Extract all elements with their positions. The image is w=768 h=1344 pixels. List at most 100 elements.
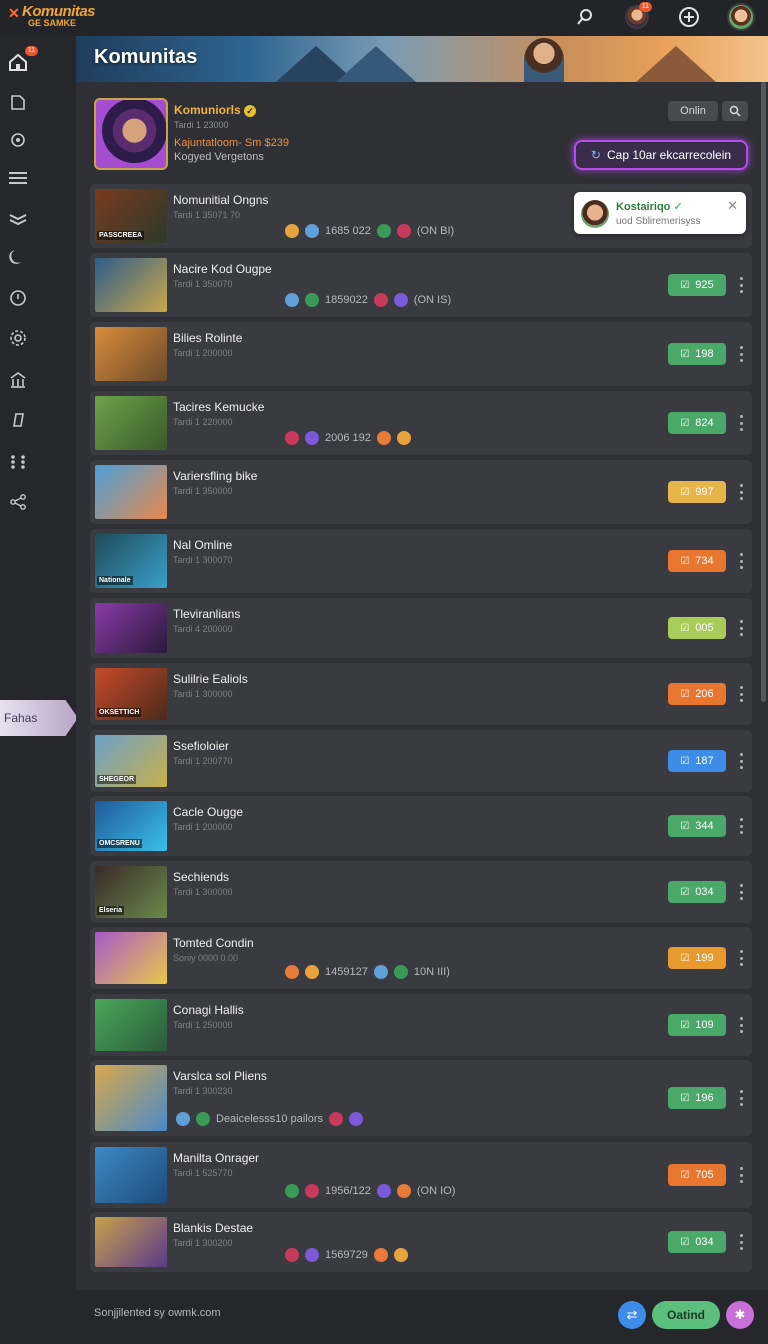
notification-badge: 11 [638, 2, 652, 12]
list-item[interactable]: Conagi Hallis Tardi 1 250000 ☑ 109 [90, 994, 752, 1056]
list-item[interactable]: Manilta Onrager Tardi 1 525770 1956/122 (ON… [90, 1142, 752, 1208]
row-title[interactable]: Blankis Destae [173, 1221, 253, 1235]
gear-icon[interactable] [8, 328, 28, 348]
row-title[interactable]: Ssefioloier [173, 739, 229, 753]
row-title[interactable]: Tacires Kemucke [173, 400, 264, 414]
row-title[interactable]: Tleviranlians [173, 607, 240, 621]
row-title[interactable]: Manilta Onrager [173, 1151, 259, 1165]
close-icon[interactable]: ✕ [727, 198, 738, 214]
list-item[interactable]: OMCSRENU Cacle Ougge Tardi 1 200000 ☑ 344 [90, 796, 752, 856]
row-subtitle: Tardi 1 350000 [173, 486, 233, 496]
settings-button[interactable]: ✱ [726, 1301, 754, 1329]
row-title[interactable]: Bilies Rolinte [173, 331, 242, 345]
row-title[interactable]: Tomted Condin [173, 936, 254, 950]
sync-button[interactable]: ⇄ [618, 1301, 646, 1329]
search-button[interactable] [722, 101, 748, 121]
member-count-pill[interactable]: ☑ 997 [668, 481, 726, 503]
row-title[interactable]: Sechiends [173, 870, 229, 884]
bookmark-icon[interactable] [8, 92, 28, 112]
compass-icon[interactable] [8, 288, 28, 308]
list-item[interactable]: Nacire Kod Ougpe Tardi 1 350070 1859022 (ON… [90, 253, 752, 317]
list-item[interactable]: Blankis Destae Tardi 1 300200 1569729 ☑ 034 [90, 1212, 752, 1272]
row-title[interactable]: Cacle Ougge [173, 805, 243, 819]
online-button[interactable]: Onlin [668, 101, 718, 121]
user-avatar-button[interactable]: 11 [622, 2, 652, 32]
kebab-icon[interactable] [739, 346, 743, 362]
kebab-icon[interactable] [739, 884, 743, 900]
badge-icon [373, 1248, 388, 1262]
pill-value: 997 [695, 486, 714, 498]
kebab-icon[interactable] [739, 1090, 743, 1106]
profile-avatar[interactable] [726, 2, 756, 32]
row-title[interactable]: Sulilrie Ealiols [173, 672, 248, 686]
search-icon[interactable] [570, 2, 600, 32]
banner-character [524, 38, 564, 82]
game-thumbnail [95, 327, 167, 381]
list-item[interactable]: Elseria Sechiends Tardi 1 300000 ☑ 034 [90, 861, 752, 923]
member-count-pill[interactable]: ☑ 109 [668, 1014, 726, 1036]
row-title[interactable]: Variersfling bike [173, 469, 257, 483]
kebab-icon[interactable] [739, 686, 743, 702]
list-item[interactable]: Varslca sol Pliens Tardi 1 300230 Deaicele… [90, 1060, 752, 1136]
row-subtitle: Tardi 1 350070 [173, 279, 233, 289]
member-count-pill[interactable]: ☑ 034 [668, 1231, 726, 1253]
badge-icon [305, 224, 319, 238]
member-count-pill[interactable]: ☑ 344 [668, 815, 726, 837]
kebab-icon[interactable] [739, 753, 743, 769]
kebab-icon[interactable] [739, 1234, 743, 1250]
kebab-icon[interactable] [739, 553, 743, 569]
member-count-pill[interactable]: ☑ 705 [668, 1164, 726, 1186]
kebab-icon[interactable] [739, 1167, 743, 1183]
layers-icon[interactable] [8, 208, 28, 228]
notification-toast[interactable]: Kostairiqo ✓ uod Sbliremerisyss ✕ [574, 192, 746, 234]
kebab-icon[interactable] [739, 415, 743, 431]
list-item[interactable]: Nationale Nal Omline Tardi 1 300070 ☑ 734 [90, 529, 752, 593]
kebab-icon[interactable] [739, 277, 743, 293]
badge-icon [285, 965, 299, 979]
stat-value: 2006 192 [325, 432, 371, 444]
grid-icon[interactable] [8, 452, 28, 472]
member-count-pill[interactable]: ☑ 925 [668, 274, 726, 296]
member-count-pill[interactable]: ☑ 206 [668, 683, 726, 705]
list-item[interactable]: Tomted Condin Soniy 0000 0.00 1459127 10N I… [90, 927, 752, 989]
list-item[interactable]: Tacires Kemucke Tardi 1 220000 2006 192 ☑ 82… [90, 391, 752, 455]
kebab-icon[interactable] [739, 1017, 743, 1033]
list-item[interactable]: Bilies Rolinte Tardi 1 200000 ☑ 198 [90, 322, 752, 386]
list-item[interactable]: Variersfling bike Tardi 1 350000 ☑ 997 [90, 460, 752, 524]
member-count-pill[interactable]: ☑ 199 [668, 947, 726, 969]
home-icon[interactable]: 11 [8, 46, 38, 72]
community-header: Komuniorls ✓ Tardi 1 23000 Kajuntatloom-… [90, 90, 752, 184]
music-icon[interactable] [8, 410, 28, 430]
plus-circle-icon[interactable] [674, 2, 704, 32]
member-count-pill[interactable]: ☑ 005 [668, 617, 726, 639]
kebab-icon[interactable] [739, 950, 743, 966]
row-title[interactable]: Nacire Kod Ougpe [173, 262, 272, 276]
list-item[interactable]: OKSETTICH Sulilrie Ealiols Tardi 1 300000 ☑… [90, 663, 752, 725]
kebab-icon[interactable] [739, 620, 743, 636]
member-count-pill[interactable]: ☑ 196 [668, 1087, 726, 1109]
member-count-pill[interactable]: ☑ 734 [668, 550, 726, 572]
kebab-icon[interactable] [739, 484, 743, 500]
app-logo[interactable]: ✕ Komunitas GE SAMKE [8, 3, 120, 33]
pill-value: 705 [695, 1169, 714, 1181]
member-count-pill[interactable]: ☑ 187 [668, 750, 726, 772]
row-title[interactable]: Conagi Hallis [173, 1003, 244, 1017]
row-title[interactable]: Nomunitial Ongns [173, 193, 268, 207]
list-item[interactable]: Tleviranlians Tardi 4 200000 ☑ 005 [90, 598, 752, 658]
member-count-pill[interactable]: ☑ 824 [668, 412, 726, 434]
shield-icon[interactable] [8, 130, 28, 150]
list-item[interactable]: SHEGEOR Ssefioloier Tardi 1 200770 ☑ 187 [90, 730, 752, 792]
scrollbar[interactable] [761, 82, 766, 702]
row-title[interactable]: Varslca sol Pliens [173, 1069, 267, 1083]
member-count-pill[interactable]: ☑ 034 [668, 881, 726, 903]
kebab-icon[interactable] [739, 818, 743, 834]
member-count-pill[interactable]: ☑ 198 [668, 343, 726, 365]
footer-action-button[interactable]: Oatind [652, 1301, 720, 1329]
menu-icon[interactable] [8, 168, 28, 188]
library-icon[interactable] [8, 370, 28, 390]
join-cta-button[interactable]: ↻ Cap 10ar ekcarrecolein [574, 140, 748, 170]
moon-icon[interactable] [8, 246, 28, 266]
side-tab[interactable]: Fahas [0, 700, 78, 736]
row-title[interactable]: Nal Omline [173, 538, 232, 552]
share-icon[interactable] [8, 492, 28, 512]
